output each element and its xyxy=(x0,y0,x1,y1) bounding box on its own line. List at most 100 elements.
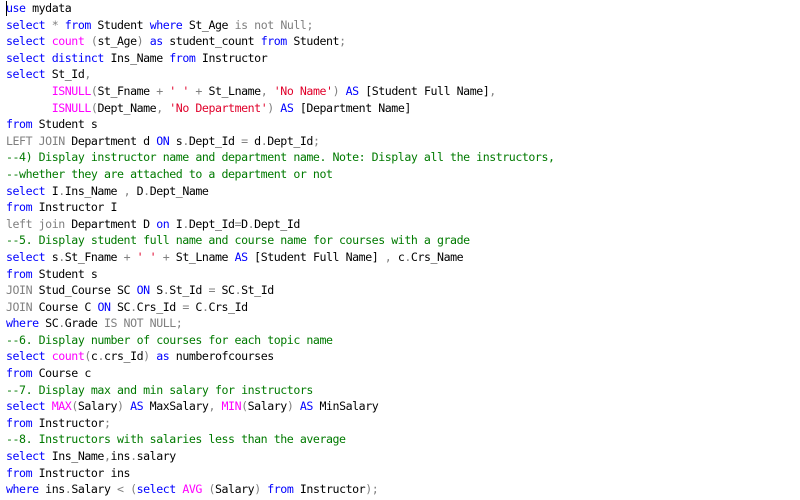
token-text: ins xyxy=(110,449,131,464)
token-operator: IS NOT NULL; xyxy=(103,316,183,331)
code-line[interactable]: select I.Ins_Name , D.Dept_Name xyxy=(6,183,800,200)
token-text: Ins_Name xyxy=(45,449,105,464)
code-line[interactable]: --whether they are attached to a departm… xyxy=(6,166,800,183)
token-text: MaxSalary xyxy=(143,399,209,414)
token-text: Dept_Id xyxy=(254,216,300,231)
token-text: St_Age xyxy=(182,17,235,32)
token-text: D xyxy=(130,183,144,198)
token-keyword: ON xyxy=(156,133,170,148)
token-text: Course c xyxy=(32,366,92,381)
token-text: St_Id xyxy=(241,283,274,298)
token-comment: --4) Display instructor name and departm… xyxy=(6,150,555,165)
token-text: Course C xyxy=(32,299,98,314)
code-line[interactable]: select MAX(Salary) AS MaxSalary, MIN(Sal… xyxy=(6,398,800,415)
code-line[interactable]: --7. Display max and min salary for inst… xyxy=(6,382,800,399)
token-function-name: count xyxy=(51,349,85,364)
token-keyword: AS xyxy=(345,83,360,98)
token-keyword: AS xyxy=(299,399,314,414)
token-function-name: MAX xyxy=(51,399,72,414)
token-text: St_Fname xyxy=(64,249,124,264)
code-line[interactable]: where ins.Salary < (select AVG (Salary) … xyxy=(6,481,800,498)
token-function-name: AVG xyxy=(182,482,202,497)
token-keyword: from xyxy=(6,366,33,381)
token-comment: --6. Display number of courses for each … xyxy=(6,332,333,347)
code-line[interactable]: select count (st_Age) as student_count f… xyxy=(6,33,800,50)
token-keyword: select xyxy=(6,399,46,414)
code-line[interactable]: JOIN Course C ON SC.Crs_Id = C.Crs_Id xyxy=(6,299,800,316)
token-operator: JOIN xyxy=(6,283,33,298)
code-line[interactable]: select Ins_Name,ins.salary xyxy=(6,448,800,465)
token-text: salary xyxy=(136,449,177,464)
token-operator: , xyxy=(489,83,496,98)
token-text: SC xyxy=(110,299,131,314)
token-keyword: ON xyxy=(136,283,151,298)
token-text: Instructor I xyxy=(32,200,118,215)
code-line[interactable]: --8. Instructors with salaries less than… xyxy=(6,431,800,448)
code-line[interactable]: select St_Id, xyxy=(6,66,800,83)
code-line[interactable]: --6. Display number of courses for each … xyxy=(6,332,800,349)
code-line[interactable]: from Instructor I xyxy=(6,199,800,216)
token-string-literal: 'No Department' xyxy=(169,100,268,115)
code-line[interactable]: from Student s xyxy=(6,116,800,133)
code-line[interactable]: JOIN Stud_Course SC ON S.St_Id = SC.St_I… xyxy=(6,282,800,299)
token-text: Dept_Name xyxy=(149,183,209,198)
token-keyword: select xyxy=(6,34,46,49)
token-text: Ins_Name xyxy=(103,50,170,65)
token-text: mydata xyxy=(25,1,72,15)
code-line[interactable]: where SC.Grade IS NOT NULL; xyxy=(6,315,800,332)
token-operator: , xyxy=(84,67,91,82)
code-line[interactable]: from Instructor ins xyxy=(6,465,800,482)
token-keyword: select xyxy=(6,183,46,198)
token-keyword: from xyxy=(6,465,33,480)
code-line[interactable]: LEFT JOIN Department d ON s.Dept_Id = d.… xyxy=(6,133,800,150)
token-text: I xyxy=(169,216,183,231)
token-keyword: select xyxy=(136,482,177,497)
token-text: Salary xyxy=(71,482,118,497)
token-text: Grade xyxy=(64,316,104,331)
token-keyword: where xyxy=(149,17,183,32)
token-text: [Student Full Name] xyxy=(247,249,385,264)
code-line[interactable]: select distinct Ins_Name from Instructor xyxy=(6,50,800,67)
token-text: SC xyxy=(214,283,236,298)
code-line[interactable]: left join Department D on I.Dept_Id=D.De… xyxy=(6,216,800,233)
token-text: Department d xyxy=(64,133,157,148)
token-keyword: where xyxy=(6,316,39,331)
token-text: Salary xyxy=(215,482,255,497)
code-line[interactable]: --4) Display instructor name and departm… xyxy=(6,149,800,166)
token-function-name: count xyxy=(51,34,85,49)
code-line[interactable]: from Course c xyxy=(6,365,800,382)
token-text: St_Lname xyxy=(201,83,261,98)
token-keyword: from xyxy=(6,200,33,215)
code-line[interactable]: ISNULL(St_Fname + ' ' + St_Lname, 'No Na… xyxy=(6,83,800,100)
token-operator: is not xyxy=(234,17,275,32)
token-text: Instructor xyxy=(293,482,366,497)
token-string-literal: ' ' xyxy=(136,249,157,264)
token-function-name: ISNULL xyxy=(51,100,92,115)
token-operator: ; xyxy=(306,17,313,32)
token-text: Student s xyxy=(32,266,98,281)
token-text: SC xyxy=(38,316,59,331)
token-keyword: from xyxy=(169,50,196,65)
token-keyword: from xyxy=(260,34,288,49)
code-line[interactable]: --5. Display student full name and cours… xyxy=(6,232,800,249)
code-line[interactable]: use mydata xyxy=(6,0,800,17)
code-line[interactable]: from Student s xyxy=(6,266,800,283)
token-keyword: select xyxy=(6,67,46,82)
token-keyword: from xyxy=(64,17,92,32)
code-line[interactable]: from Instructor; xyxy=(6,415,800,432)
token-text: Student xyxy=(286,34,340,49)
code-line[interactable]: select count(c.crs_Id) as numberofcourse… xyxy=(6,348,800,365)
code-area[interactable]: use mydata select * from Student where St… xyxy=(6,0,800,498)
code-line[interactable]: select s.St_Fname + ' ' + St_Lname AS [S… xyxy=(6,249,800,266)
token-text: c xyxy=(391,249,405,264)
token-text: Crs_Name xyxy=(410,249,464,264)
token-operator: LEFT JOIN xyxy=(6,133,65,148)
token-text: S xyxy=(149,283,163,298)
code-line[interactable]: ISNULL(Dept_Name, 'No Department') AS [D… xyxy=(6,100,800,117)
token-operator: Null xyxy=(280,17,307,32)
token-text: student_count xyxy=(162,34,261,49)
code-line[interactable]: select * from Student where St_Age is no… xyxy=(6,17,800,34)
token-operator: ; xyxy=(312,133,320,148)
sql-code-editor[interactable]: use mydata select * from Student where St… xyxy=(0,0,800,500)
